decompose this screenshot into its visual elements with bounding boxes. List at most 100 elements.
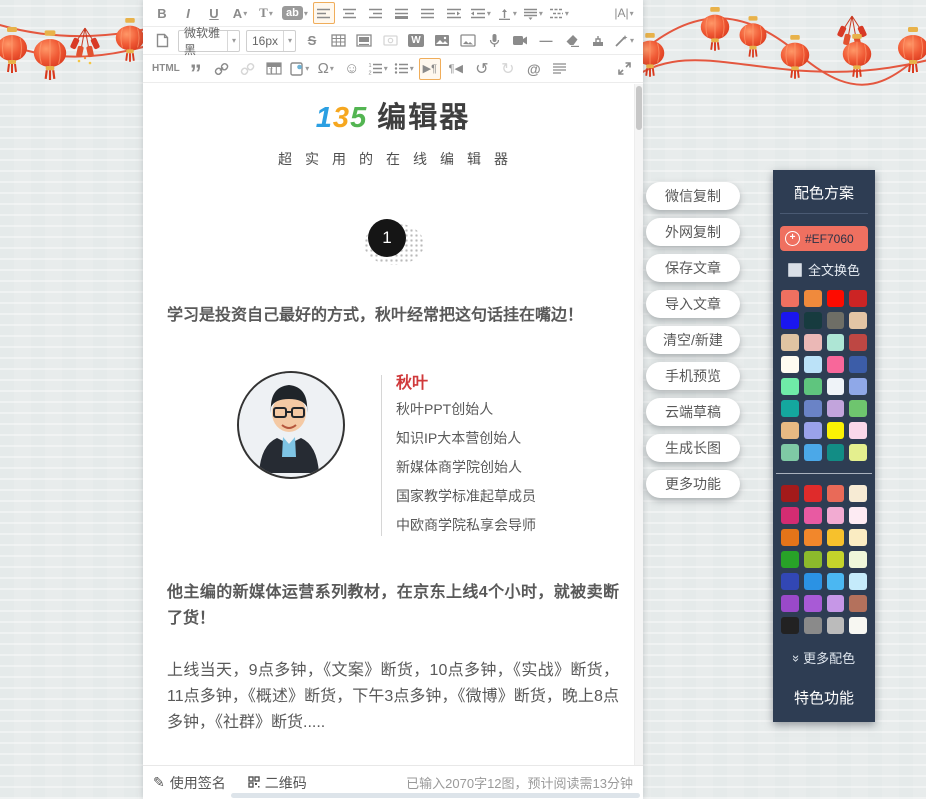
color-swatch[interactable] bbox=[804, 507, 822, 524]
color-swatch[interactable] bbox=[804, 290, 822, 307]
indent-button[interactable] bbox=[443, 2, 465, 24]
sidebar-action-button[interactable]: 微信复制 bbox=[646, 182, 740, 210]
sidebar-action-button[interactable]: 云端草稿 bbox=[646, 398, 740, 426]
body-paragraph-bold[interactable]: 他主编的新媒体运营系列教材，在京东上线4个小时，就被卖断了货！ bbox=[167, 580, 619, 632]
color-swatch[interactable] bbox=[804, 422, 822, 439]
color-swatch[interactable] bbox=[781, 312, 799, 329]
align-right-button[interactable] bbox=[365, 2, 387, 24]
color-swatch[interactable] bbox=[804, 617, 822, 634]
color-swatch[interactable] bbox=[849, 290, 867, 307]
horizontal-rule-button[interactable]: — bbox=[535, 30, 557, 52]
color-swatch[interactable] bbox=[849, 507, 867, 524]
color-swatch[interactable] bbox=[781, 573, 799, 590]
color-swatch[interactable] bbox=[804, 485, 822, 502]
image-library-button[interactable] bbox=[457, 30, 479, 52]
color-swatch[interactable] bbox=[827, 290, 845, 307]
color-swatch[interactable] bbox=[781, 378, 799, 395]
color-swatch[interactable] bbox=[827, 529, 845, 546]
color-swatch[interactable] bbox=[849, 551, 867, 568]
insert-table-button[interactable] bbox=[327, 30, 349, 52]
italic-button[interactable]: I bbox=[177, 2, 199, 24]
align-center-button[interactable] bbox=[339, 2, 361, 24]
ordered-list-button[interactable]: 12▾ bbox=[367, 58, 389, 80]
color-swatch[interactable] bbox=[849, 529, 867, 546]
color-swatch[interactable] bbox=[804, 595, 822, 612]
font-family-select[interactable]: 微软雅黑▾ bbox=[178, 30, 240, 52]
redo-button[interactable]: ↻ bbox=[497, 58, 519, 80]
color-swatch[interactable] bbox=[827, 507, 845, 524]
font-size-select[interactable]: 16px▾ bbox=[246, 30, 296, 52]
color-swatch[interactable] bbox=[827, 573, 845, 590]
intro-paragraph[interactable]: 学习是投资自己最好的方式，秋叶经常把这句话挂在嘴边！ bbox=[167, 303, 619, 329]
editor-canvas[interactable]: 135编辑器 超实用的在线编辑器 1 学习是投资自己最好的方式，秋叶经常把这句话… bbox=[143, 84, 643, 765]
vertical-scrollbar-thumb[interactable] bbox=[636, 86, 642, 130]
color-swatch[interactable] bbox=[849, 422, 867, 439]
more-colors-button[interactable]: »更多配色 bbox=[773, 648, 875, 667]
outdent-button[interactable]: ▾ bbox=[469, 2, 492, 24]
color-swatch[interactable] bbox=[781, 485, 799, 502]
sidebar-action-button[interactable]: 保存文章 bbox=[646, 254, 740, 282]
format-brush-button[interactable] bbox=[587, 30, 609, 52]
color-swatch[interactable] bbox=[849, 485, 867, 502]
color-swatch[interactable] bbox=[804, 334, 822, 351]
color-swatch[interactable] bbox=[827, 444, 845, 461]
color-swatch[interactable] bbox=[827, 334, 845, 351]
screenshot-button[interactable] bbox=[379, 30, 401, 52]
emoji-button[interactable]: ☺ bbox=[341, 58, 363, 80]
color-swatch[interactable] bbox=[849, 356, 867, 373]
color-swatch[interactable] bbox=[781, 422, 799, 439]
insert-image-button[interactable] bbox=[431, 30, 453, 52]
text-style-button[interactable]: T▾ bbox=[255, 2, 277, 24]
paragraph-spacing-button[interactable]: ▾ bbox=[522, 2, 544, 24]
color-swatch[interactable] bbox=[781, 334, 799, 351]
sidebar-action-button[interactable]: 更多功能 bbox=[646, 470, 740, 498]
table-header-button[interactable]: T bbox=[263, 58, 285, 80]
align-left-button[interactable] bbox=[313, 2, 335, 24]
color-swatch[interactable] bbox=[781, 595, 799, 612]
sidebar-action-button[interactable]: 导入文章 bbox=[646, 290, 740, 318]
first-line-indent-button[interactable]: ▶¶ bbox=[419, 58, 441, 80]
eraser-button[interactable] bbox=[561, 30, 583, 52]
remove-indent-button[interactable]: ¶◀ bbox=[445, 58, 467, 80]
color-swatch[interactable] bbox=[827, 312, 845, 329]
word-import-button[interactable]: W bbox=[405, 30, 427, 52]
color-swatch[interactable] bbox=[781, 444, 799, 461]
qrcode-button[interactable]: 二维码 bbox=[248, 773, 307, 793]
color-swatch[interactable] bbox=[827, 617, 845, 634]
color-swatch[interactable] bbox=[849, 595, 867, 612]
line-height-button[interactable]: ▾ bbox=[496, 2, 518, 24]
bold-button[interactable]: B bbox=[151, 2, 173, 24]
html-source-button[interactable]: HTML bbox=[151, 58, 181, 80]
color-swatch[interactable] bbox=[781, 551, 799, 568]
color-swatch[interactable] bbox=[781, 400, 799, 417]
link-button[interactable] bbox=[211, 58, 233, 80]
fullscreen-button[interactable] bbox=[613, 58, 635, 80]
margin-button[interactable]: ▾ bbox=[548, 2, 570, 24]
color-swatch[interactable] bbox=[804, 444, 822, 461]
full-recolor-toggle[interactable]: 全文换色 bbox=[773, 260, 875, 279]
find-replace-button[interactable]: @ bbox=[523, 58, 545, 80]
color-swatch[interactable] bbox=[849, 400, 867, 417]
color-swatch[interactable] bbox=[827, 485, 845, 502]
color-swatch[interactable] bbox=[781, 290, 799, 307]
color-swatch[interactable] bbox=[804, 400, 822, 417]
sidebar-action-button[interactable]: 生成长图 bbox=[646, 434, 740, 462]
undo-button[interactable]: ↺ bbox=[471, 58, 493, 80]
align-block-button[interactable] bbox=[391, 2, 413, 24]
font-group-button[interactable]: |A|▾ bbox=[613, 2, 635, 24]
color-swatch[interactable] bbox=[804, 551, 822, 568]
align-justify-button[interactable] bbox=[417, 2, 439, 24]
color-swatch[interactable] bbox=[781, 529, 799, 546]
color-swatch[interactable] bbox=[849, 312, 867, 329]
color-swatch[interactable] bbox=[849, 334, 867, 351]
vertical-scrollbar[interactable] bbox=[634, 84, 643, 765]
color-swatch[interactable] bbox=[849, 573, 867, 590]
blockquote-button[interactable]: ” bbox=[185, 53, 207, 85]
highlight-button[interactable]: ab▾ bbox=[281, 2, 309, 24]
color-swatch[interactable] bbox=[827, 422, 845, 439]
color-swatch[interactable] bbox=[804, 573, 822, 590]
color-swatch[interactable] bbox=[781, 617, 799, 634]
color-swatch[interactable] bbox=[804, 529, 822, 546]
horizontal-scrollbar-thumb[interactable] bbox=[231, 793, 640, 798]
checkbox-icon[interactable] bbox=[788, 263, 802, 277]
